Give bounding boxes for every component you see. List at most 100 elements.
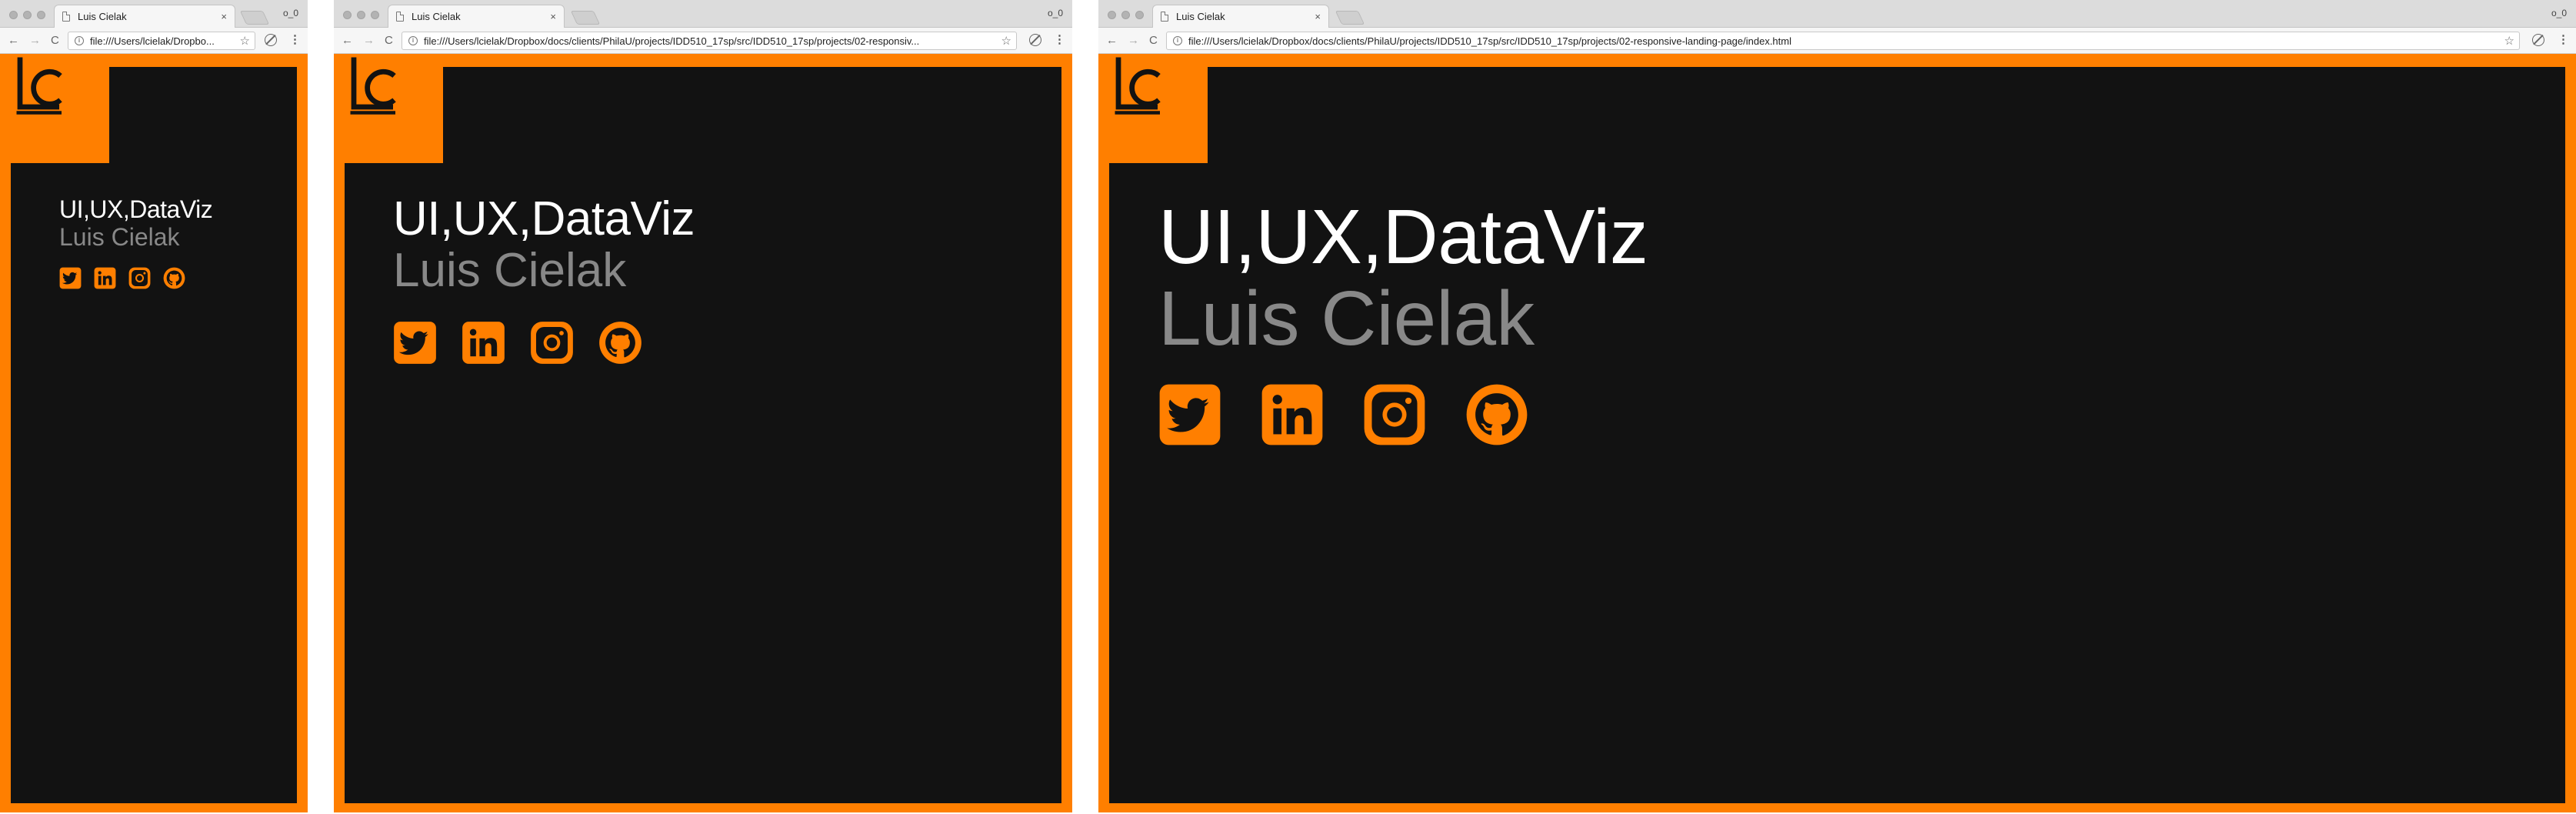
window-controls	[9, 11, 45, 19]
instagram-icon[interactable]	[530, 321, 574, 365]
page-viewport: UI,UX,DataViz Luis Cielak	[1098, 54, 2576, 812]
page-info-icon[interactable]: i	[408, 36, 418, 45]
browser-tab[interactable]: Luis Cielak ×	[1152, 5, 1329, 28]
close-window-button[interactable]	[343, 11, 352, 19]
linkedin-icon[interactable]	[94, 267, 116, 289]
page-panel	[11, 67, 297, 803]
twitter-icon[interactable]	[59, 267, 82, 289]
page-icon	[1161, 12, 1168, 22]
page-icon	[396, 12, 404, 22]
browser-window-medium: Luis Cielak × o_0 ← → C i file:///Users/…	[334, 0, 1072, 814]
tab-close-icon[interactable]: ×	[550, 11, 556, 22]
address-bar[interactable]: i file:///Users/lcielak/Dropbo... ☆	[68, 32, 255, 50]
author-name: Luis Cielak	[393, 244, 627, 297]
new-tab-button[interactable]	[239, 11, 270, 25]
url-text: file:///Users/lcielak/Dropbox/docs/clien…	[1188, 35, 1791, 47]
logo-mark-icon	[11, 54, 80, 123]
menu-icon[interactable]: ⋮	[289, 34, 301, 46]
github-icon[interactable]	[598, 321, 642, 365]
tab-title: Luis Cielak	[1176, 11, 1225, 22]
browser-toolbar: ← → C i file:///Users/lcielak/Dropbo... …	[0, 28, 308, 54]
hero: UI,UX,DataViz Luis Cielak	[1158, 197, 1648, 446]
page-panel	[345, 67, 1061, 803]
headline: UI,UX,DataViz	[59, 195, 213, 223]
forward-icon[interactable]: →	[29, 34, 41, 48]
close-window-button[interactable]	[1108, 11, 1116, 19]
browser-tab[interactable]: Luis Cielak ×	[54, 5, 235, 28]
extension-icon[interactable]	[1029, 34, 1041, 46]
page-info-icon[interactable]: i	[75, 36, 84, 45]
instagram-icon[interactable]	[1363, 383, 1426, 446]
instagram-icon[interactable]	[128, 267, 151, 289]
address-bar[interactable]: i file:///Users/lcielak/Dropbox/docs/cli…	[1166, 32, 2520, 50]
linkedin-icon[interactable]	[462, 321, 505, 365]
profile-label[interactable]: o_0	[2551, 8, 2567, 18]
headline: UI,UX,DataViz	[393, 192, 695, 245]
logo[interactable]	[345, 54, 443, 163]
minimize-window-button[interactable]	[357, 11, 365, 19]
back-icon[interactable]: ←	[1106, 34, 1118, 48]
logo-mark-icon	[345, 54, 414, 123]
menu-icon[interactable]: ⋮	[1054, 34, 1065, 46]
browser-toolbar: ← → C i file:///Users/lcielak/Dropbox/do…	[1098, 28, 2576, 54]
browser-tab[interactable]: Luis Cielak ×	[388, 5, 565, 28]
window-controls	[1108, 11, 1144, 19]
linkedin-icon[interactable]	[1261, 383, 1324, 446]
bookmark-star-icon[interactable]: ☆	[240, 34, 250, 48]
twitter-icon[interactable]	[393, 321, 437, 365]
browser-toolbar: ← → C i file:///Users/lcielak/Dropbox/do…	[334, 28, 1072, 54]
logo-mark-icon	[1109, 54, 1178, 123]
address-bar[interactable]: i file:///Users/lcielak/Dropbox/docs/cli…	[402, 32, 1017, 50]
browser-window-small: Luis Cielak × o_0 ← → C i file:///Users/…	[0, 0, 308, 814]
social-links	[1158, 383, 1648, 446]
tab-title: Luis Cielak	[412, 11, 461, 22]
page-viewport: UI,UX,DataViz Luis Cielak	[334, 54, 1072, 812]
logo[interactable]	[1109, 54, 1208, 163]
forward-icon[interactable]: →	[1128, 34, 1139, 48]
headline: UI,UX,DataViz	[1158, 194, 1648, 280]
social-links	[393, 321, 695, 365]
forward-icon[interactable]: →	[363, 34, 375, 48]
github-icon[interactable]	[1465, 383, 1528, 446]
menu-icon[interactable]: ⋮	[2558, 34, 2569, 46]
tab-strip: Luis Cielak × o_0	[1098, 0, 2576, 28]
logo[interactable]	[11, 54, 109, 163]
new-tab-button[interactable]	[1335, 11, 1365, 25]
tab-close-icon[interactable]: ×	[221, 11, 227, 22]
new-tab-button[interactable]	[570, 11, 601, 25]
tab-close-icon[interactable]: ×	[1315, 11, 1321, 22]
page-info-icon[interactable]: i	[1173, 36, 1182, 45]
reload-icon[interactable]: C	[51, 34, 59, 48]
extension-icon[interactable]	[2532, 34, 2544, 46]
page-icon	[62, 12, 70, 22]
url-text: file:///Users/lcielak/Dropbox/docs/clien…	[424, 35, 920, 47]
reload-icon[interactable]: C	[1149, 34, 1158, 48]
github-icon[interactable]	[163, 267, 185, 289]
browser-window-large: Luis Cielak × o_0 ← → C i file:///Users/…	[1098, 0, 2576, 814]
profile-label[interactable]: o_0	[1048, 8, 1063, 18]
author-name: Luis Cielak	[59, 223, 180, 251]
tab-strip: Luis Cielak × o_0	[334, 0, 1072, 28]
author-name: Luis Cielak	[1158, 275, 1535, 362]
url-text: file:///Users/lcielak/Dropbo...	[90, 35, 215, 47]
zoom-window-button[interactable]	[37, 11, 45, 19]
extension-icon[interactable]	[265, 34, 277, 46]
hero: UI,UX,DataViz Luis Cielak	[393, 195, 695, 365]
page-viewport: UI,UX,DataViz Luis Cielak	[0, 54, 308, 812]
social-links	[59, 267, 212, 289]
tab-strip: Luis Cielak × o_0	[0, 0, 308, 28]
zoom-window-button[interactable]	[1135, 11, 1144, 19]
bookmark-star-icon[interactable]: ☆	[2504, 34, 2514, 48]
tab-title: Luis Cielak	[78, 11, 127, 22]
hero: UI,UX,DataViz Luis Cielak	[59, 195, 213, 289]
profile-label[interactable]: o_0	[283, 8, 298, 18]
zoom-window-button[interactable]	[371, 11, 379, 19]
bookmark-star-icon[interactable]: ☆	[1001, 34, 1011, 48]
minimize-window-button[interactable]	[23, 11, 32, 19]
minimize-window-button[interactable]	[1121, 11, 1130, 19]
back-icon[interactable]: ←	[342, 34, 353, 48]
reload-icon[interactable]: C	[385, 34, 393, 48]
twitter-icon[interactable]	[1158, 383, 1221, 446]
back-icon[interactable]: ←	[8, 34, 19, 48]
close-window-button[interactable]	[9, 11, 18, 19]
